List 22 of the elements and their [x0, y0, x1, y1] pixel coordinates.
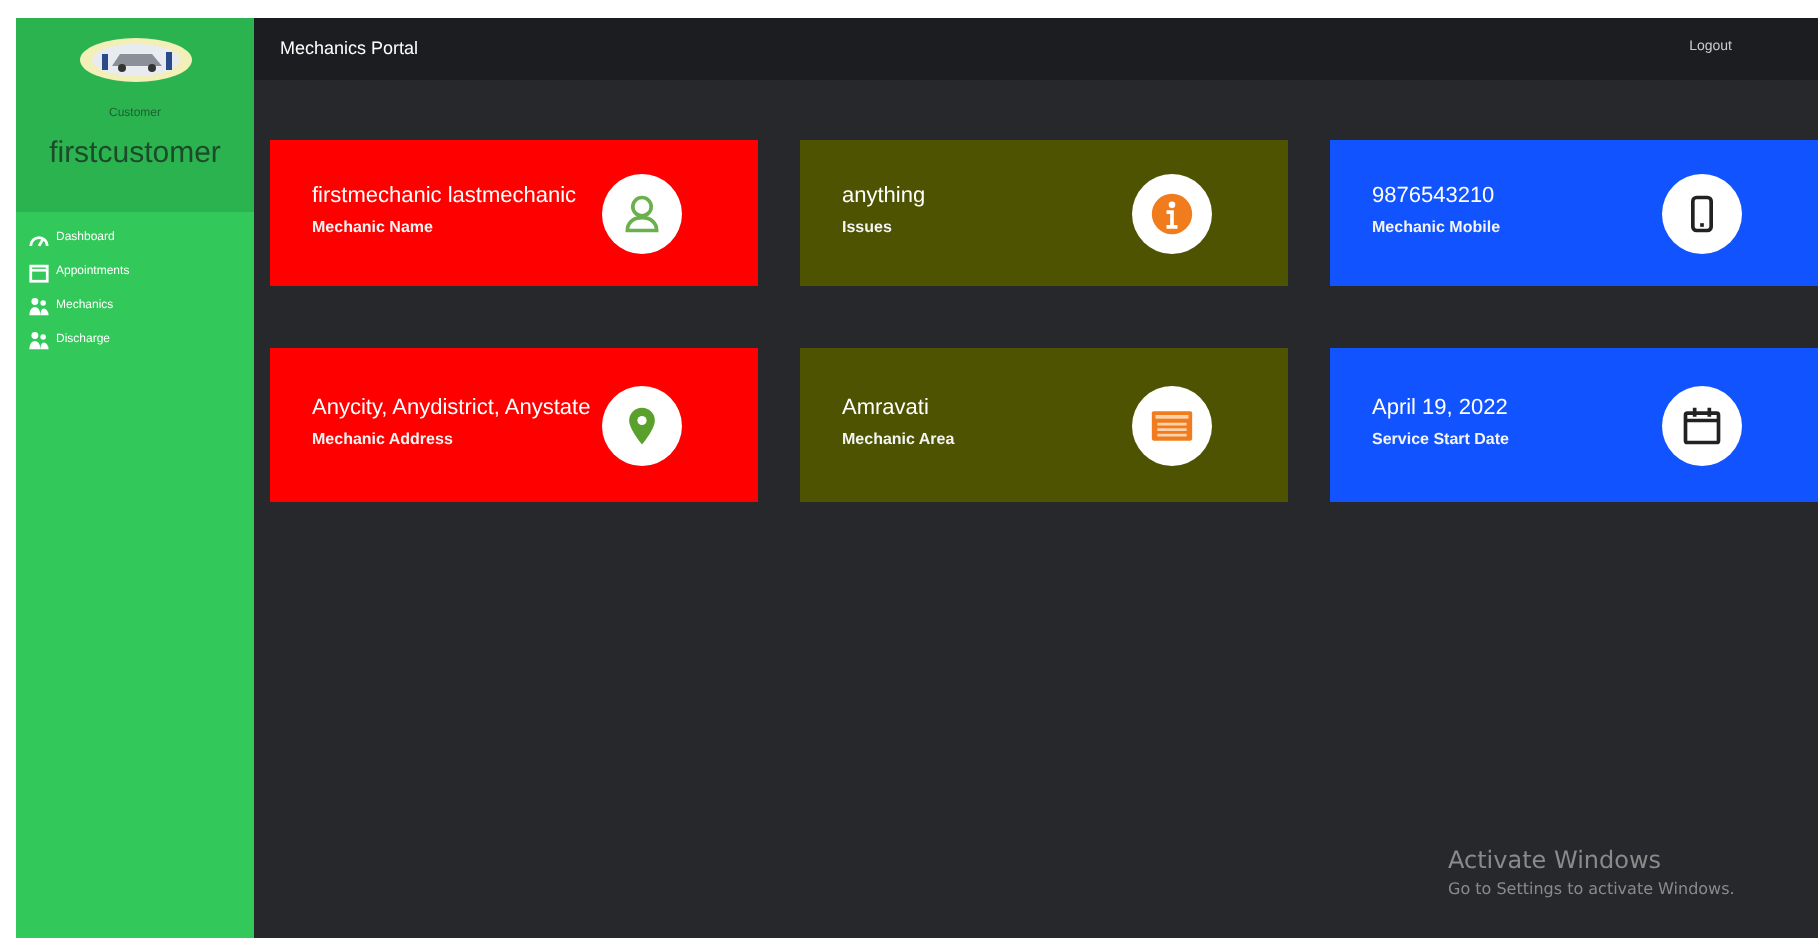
card-value: Anycity, Anydistrict, Anystate	[312, 398, 592, 420]
info-icon	[1150, 191, 1194, 235]
card-label: Service Start Date	[1372, 428, 1511, 452]
person-icon	[620, 191, 664, 235]
users-icon	[28, 329, 50, 351]
card-value: April 19, 2022	[1372, 398, 1510, 420]
activation-title: Activate Windows	[1448, 844, 1664, 878]
users-icon	[28, 295, 50, 317]
calendar-icon	[28, 261, 50, 283]
username: firstcustomer	[49, 134, 221, 174]
card-value: firstmechanic lastmechanic	[312, 186, 579, 208]
portal-title: Mechanics Portal	[280, 35, 419, 62]
card-label: Mechanic Name	[312, 216, 435, 240]
card-value: anything	[842, 186, 928, 208]
card-label: Mechanic Mobile	[1372, 216, 1503, 240]
card-label: Mechanic Address	[312, 428, 455, 452]
activation-text: Go to Settings to activate Windows.	[1448, 878, 1737, 902]
card-label: Mechanic Area	[842, 428, 957, 452]
calendar-icon	[1680, 403, 1724, 447]
card-value: Amravati	[842, 398, 931, 420]
card-label: Issues	[842, 216, 894, 240]
card-value: 9876543210	[1372, 186, 1497, 208]
